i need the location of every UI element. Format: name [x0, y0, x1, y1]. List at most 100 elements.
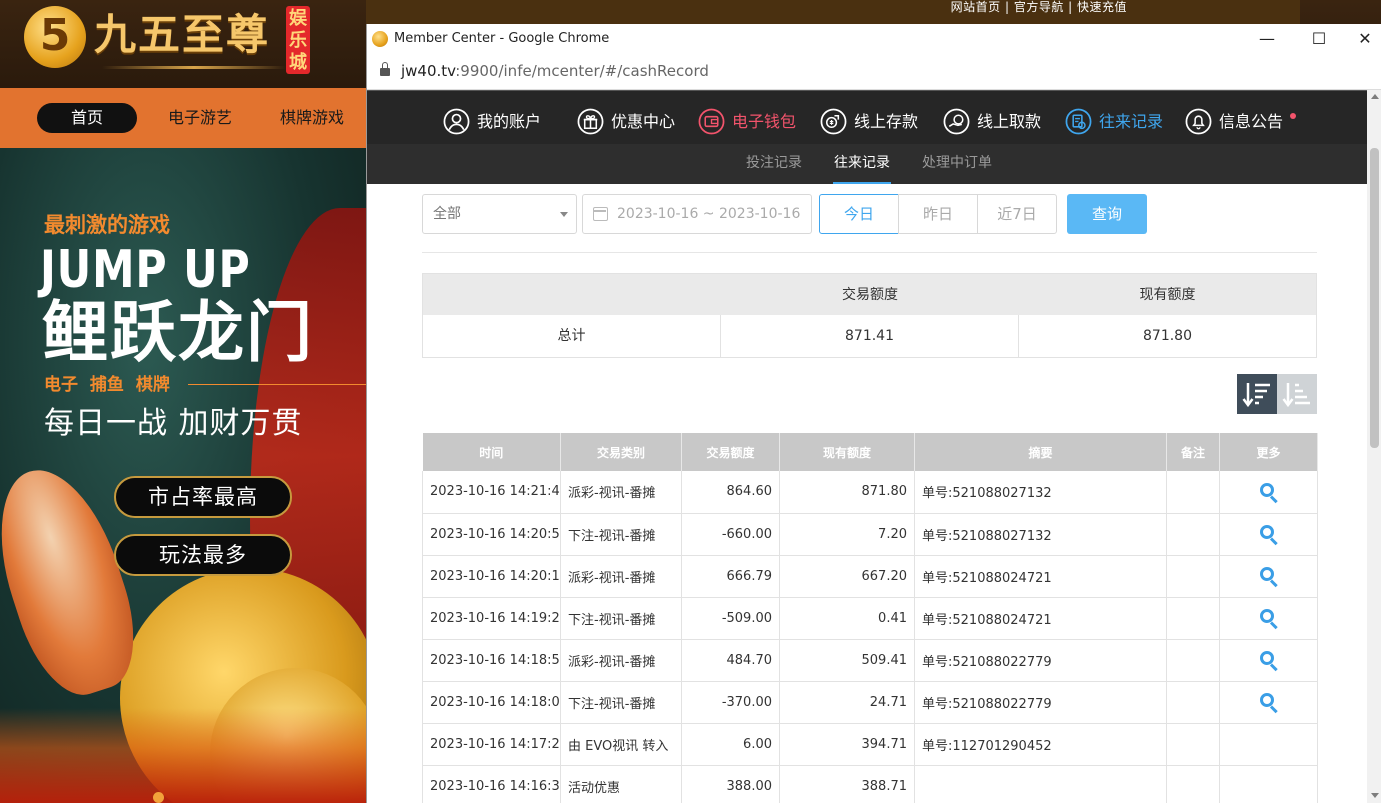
maximize-button[interactable]: ☐: [1296, 24, 1342, 54]
banner-categories: 电子 捕鱼 棋牌: [44, 375, 170, 395]
col-header-type[interactable]: 交易类别: [560, 433, 682, 471]
table-row[interactable]: 2023-10-16 14:20:18 派彩-视讯-番摊 666.79 667.20 单…: [422, 555, 1318, 598]
summary-header-trade: 交易额度: [842, 287, 898, 303]
table-row[interactable]: 2023-10-16 14:17:25 由 EVO视讯 转入 6.00 394.71 单…: [422, 723, 1318, 766]
col-header-more[interactable]: 更多: [1219, 433, 1318, 471]
cell-note: [1166, 765, 1220, 803]
cell-balance: 24.71: [779, 681, 915, 724]
table-row[interactable]: 2023-10-16 14:18:52 派彩-视讯-番摊 484.70 509.41 单…: [422, 639, 1318, 682]
cell-time: 2023-10-16 14:21:45: [422, 471, 561, 514]
cell-more: [1219, 597, 1318, 640]
tab-label: 线上取款: [977, 112, 1042, 131]
scrollbar-thumb[interactable]: [1370, 148, 1379, 448]
col-header-amount[interactable]: 交易额度: [681, 433, 780, 471]
sort-desc-icon: [1242, 383, 1270, 408]
table-row[interactable]: 2023-10-16 14:16:33 活动优惠 388.00 388.71: [422, 765, 1318, 803]
window-titlebar[interactable]: Member Center - Google Chrome — ☐ ✕: [367, 24, 1381, 54]
site-nav-home[interactable]: 首页: [37, 103, 137, 133]
table-row[interactable]: 2023-10-16 14:18:07 下注-视讯-番摊 -370.00 24.71 单…: [422, 681, 1318, 724]
cell-balance: 388.71: [779, 765, 915, 803]
vertical-scrollbar[interactable]: [1367, 90, 1381, 803]
site-nav-slots[interactable]: 电子游艺: [150, 103, 250, 133]
cell-more: [1219, 765, 1318, 803]
summary-current-total: 871.80: [1143, 328, 1192, 344]
cell-more: [1219, 723, 1318, 766]
tab-announcements[interactable]: 信息公告: [1185, 107, 1295, 137]
cell-balance: 871.80: [779, 471, 915, 514]
site-logo[interactable]: 5 九五至尊 娱乐城: [24, 4, 314, 78]
calendar-icon: [593, 207, 608, 221]
logo-tag: 娱乐城: [286, 6, 310, 74]
site-top-links[interactable]: 网站首页 | 官方导航 | 快速充值: [951, 0, 1127, 14]
cell-type: 由 EVO视讯 转入: [560, 723, 682, 766]
site-nav-chess[interactable]: 棋牌游戏: [262, 103, 362, 133]
sort-desc-button[interactable]: [1237, 374, 1277, 414]
cell-time: 2023-10-16 14:18:07: [422, 681, 561, 724]
banner-slogan: 每日一战 加财万贯: [44, 406, 303, 441]
banner-title-en: JUMP UP: [40, 240, 251, 300]
cell-amount: 864.60: [681, 471, 780, 514]
cell-balance: 667.20: [779, 555, 915, 598]
sort-asc-icon: [1282, 383, 1310, 408]
promo-banner[interactable]: 最刺激的游戏 JUMP UP 鲤跃龙门 电子 捕鱼 棋牌 每日一战 加财万贯 市…: [0, 148, 367, 803]
tab-transaction-records[interactable]: 往来记录: [1065, 107, 1175, 137]
search-icon[interactable]: [1259, 567, 1278, 588]
cell-type: 下注-视讯-番摊: [560, 597, 682, 640]
search-icon[interactable]: [1259, 693, 1278, 714]
chrome-window: Member Center - Google Chrome — ☐ ✕ jw40…: [366, 24, 1381, 803]
records-table: 时间 交易类别 交易额度 现有额度 摘要 备注 更多 2023-10-16 14…: [422, 433, 1318, 803]
subtab-transaction-records[interactable]: 往来记录: [833, 144, 891, 184]
tab-online-deposit[interactable]: 线上存款: [820, 107, 930, 137]
col-header-note[interactable]: 备注: [1166, 433, 1220, 471]
cell-more: [1219, 639, 1318, 682]
cell-type: 派彩-视讯-番摊: [560, 471, 682, 514]
caret-down-icon: [560, 212, 568, 217]
cell-note: [1166, 471, 1220, 514]
cell-summary: 单号:521088027132: [914, 513, 1167, 556]
quick-yesterday-button[interactable]: 昨日: [898, 194, 978, 234]
close-button[interactable]: ✕: [1342, 24, 1381, 54]
tab-e-wallet[interactable]: 电子钱包: [698, 107, 808, 137]
quick-last7days-button[interactable]: 近7日: [977, 194, 1057, 234]
summary-header-current: 现有额度: [1139, 287, 1196, 303]
cell-amount: -370.00: [681, 681, 780, 724]
col-header-summary[interactable]: 摘要: [914, 433, 1167, 471]
quick-today-button[interactable]: 今日: [819, 194, 899, 234]
tab-label: 信息公告: [1219, 112, 1284, 131]
subtab-bet-records[interactable]: 投注记录: [745, 144, 803, 184]
cell-balance: 7.20: [779, 513, 915, 556]
scroll-down-arrow-icon[interactable]: [1371, 793, 1379, 798]
carousel-dot[interactable]: [153, 792, 164, 803]
address-bar[interactable]: jw40.tv:9900/infe/mcenter/#/cashRecord: [367, 54, 1381, 90]
cell-amount: -509.00: [681, 597, 780, 640]
lock-icon[interactable]: [380, 62, 390, 76]
cell-summary: 单号:521088027132: [914, 471, 1167, 514]
search-icon[interactable]: [1259, 609, 1278, 630]
banner-title-cn: 鲤跃龙门: [42, 293, 314, 371]
tab-my-account[interactable]: 我的账户: [443, 107, 553, 137]
minimize-button[interactable]: —: [1244, 24, 1290, 54]
cell-time: 2023-10-16 14:16:33: [422, 765, 561, 803]
type-select[interactable]: 全部: [422, 194, 577, 234]
query-button[interactable]: 查询: [1067, 194, 1147, 234]
table-row[interactable]: 2023-10-16 14:20:57 下注-视讯-番摊 -660.00 7.20 单号…: [422, 513, 1318, 556]
col-header-balance[interactable]: 现有额度: [779, 433, 915, 471]
sort-asc-button[interactable]: [1277, 374, 1317, 414]
table-row[interactable]: 2023-10-16 14:19:26 下注-视讯-番摊 -509.00 0.41 单号…: [422, 597, 1318, 640]
bell-icon: [1185, 108, 1212, 135]
search-icon[interactable]: [1259, 651, 1278, 672]
cell-type: 下注-视讯-番摊: [560, 513, 682, 556]
table-row[interactable]: 2023-10-16 14:21:45 派彩-视讯-番摊 864.60 871.80 单…: [422, 471, 1318, 514]
url-text[interactable]: jw40.tv:9900/infe/mcenter/#/cashRecord: [401, 54, 709, 88]
search-icon[interactable]: [1259, 482, 1278, 503]
search-icon[interactable]: [1259, 525, 1278, 546]
date-range-input[interactable]: 2023-10-16 ~ 2023-10-16: [582, 194, 812, 234]
cell-type: 下注-视讯-番摊: [560, 681, 682, 724]
tab-online-withdraw[interactable]: 线上取款: [943, 107, 1053, 137]
cell-type: 派彩-视讯-番摊: [560, 639, 682, 682]
tab-promotions[interactable]: 优惠中心: [577, 107, 687, 137]
cell-more: [1219, 471, 1318, 514]
col-header-time[interactable]: 时间: [422, 433, 561, 471]
subtab-pending-orders[interactable]: 处理中订单: [921, 144, 993, 184]
scroll-up-arrow-icon[interactable]: [1371, 94, 1379, 99]
